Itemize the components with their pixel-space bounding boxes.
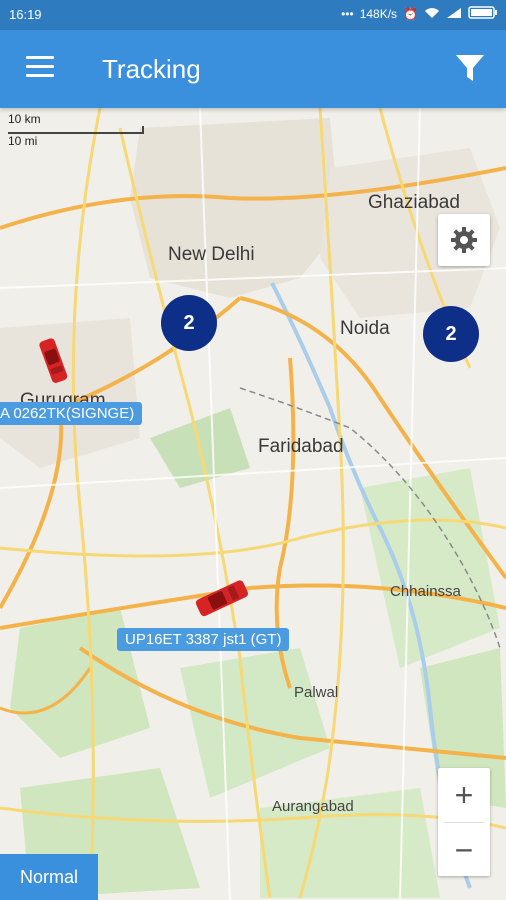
battery-icon [468,6,498,22]
place-new-delhi: New Delhi [168,244,255,265]
scale-mi: 10 mi [8,134,38,148]
gear-icon [451,227,477,253]
zoom-out-button[interactable]: − [438,823,490,877]
place-chhainssa: Chhainssa [390,583,461,600]
wifi-icon [424,7,440,22]
settings-button[interactable] [438,214,490,266]
menu-icon[interactable] [26,56,54,80]
map-background [0,108,506,900]
alarm-icon: ⏰ [403,7,418,21]
signal-icon [446,7,462,22]
page-title: Tracking [102,54,201,84]
network-speed: 148K/s [359,7,398,21]
place-palwal: Palwal [294,684,339,701]
more-dots-icon: ••• [341,7,354,21]
app-bar: Tracking [0,30,506,108]
place-ghaziabad: Ghaziabad [368,192,460,213]
status-bar: 16:19 ••• 148K/s ⏰ [0,0,506,30]
scale-bar [8,126,144,134]
vehicle-label[interactable]: UP16ET 3387 jst1 (GT) [117,628,290,651]
place-aurangabad: Aurangabad [272,798,354,815]
vehicle-cluster[interactable]: 2 [423,306,479,362]
map-view[interactable]: 10 km 10 mi Ghaziabad New Delhi Noida Gu… [0,108,506,900]
status-icons: ••• 148K/s ⏰ [341,6,498,22]
status-time: 16:19 [9,7,42,22]
scale-km: 10 km [8,112,41,126]
place-noida: Noida [340,318,390,339]
zoom-in-button[interactable]: + [438,768,490,822]
vehicle-label[interactable]: A 0262TK(SIGNGE) [0,402,143,425]
place-faridabad: Faridabad [258,436,344,457]
map-type-button[interactable]: Normal [0,854,98,900]
map-scale: 10 km 10 mi [8,112,144,148]
zoom-controls: + − [438,768,490,876]
vehicle-cluster[interactable]: 2 [161,295,217,351]
filter-icon[interactable] [454,52,486,84]
